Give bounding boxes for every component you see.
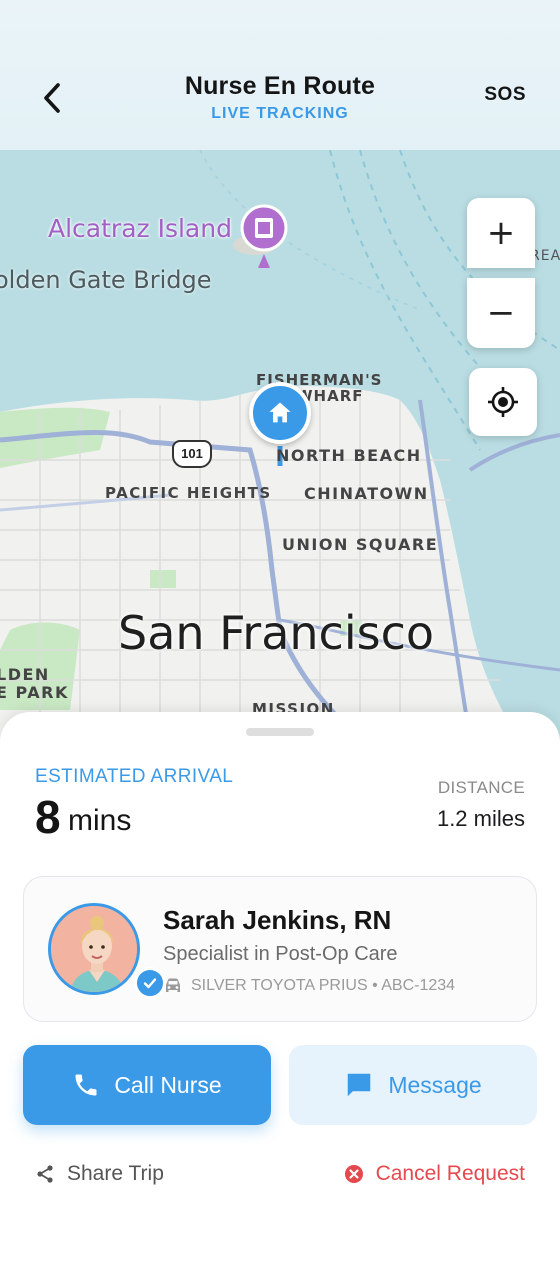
phone-icon: [75, 1074, 97, 1096]
cancel-circle-icon: [344, 1165, 363, 1183]
distance-label: DISTANCE: [437, 778, 525, 797]
map-label-city: San Francisco: [118, 606, 435, 660]
my-location-button[interactable]: [469, 368, 537, 436]
nurse-name: Sarah Jenkins, RN: [163, 905, 392, 935]
home-icon: [269, 402, 291, 423]
nurse-portrait: [51, 906, 137, 992]
page-title: Nurse En Route: [184, 72, 376, 100]
map-label-golden-gate-park: LDEN E PARK: [0, 666, 69, 702]
map-label-golden-gate: olden Gate Bridge: [0, 266, 212, 294]
vehicle-text: SILVER TOYOTA PRIUS • ABC-1234: [191, 977, 456, 994]
share-icon: [37, 1165, 53, 1183]
cancel-request-link[interactable]: Cancel Request: [344, 1162, 525, 1186]
zoom-out-button[interactable]: −: [467, 278, 535, 348]
nurse-card[interactable]: Sarah Jenkins, RN Specialist in Post-Op …: [23, 876, 537, 1022]
title-group: Nurse En Route LIVE TRACKING: [0, 72, 560, 123]
share-trip-link[interactable]: Share Trip: [35, 1162, 164, 1186]
chat-bubble-icon: [348, 1073, 371, 1097]
sheet-drag-handle[interactable]: [246, 728, 314, 736]
map-label-north-beach: NORTH BEACH: [276, 446, 422, 465]
vehicle-info: SILVER TOYOTA PRIUS • ABC-1234: [163, 977, 455, 995]
call-nurse-button[interactable]: Call Nurse: [23, 1045, 271, 1125]
map-view[interactable]: Alcatraz Island olden Gate Bridge FISHER…: [0, 150, 560, 740]
eta-unit: mins: [68, 804, 132, 837]
call-nurse-label: Call Nurse: [114, 1071, 222, 1098]
map-label-chinatown: CHINATOWN: [304, 484, 429, 503]
car-icon: [166, 978, 180, 992]
share-trip-label: Share Trip: [67, 1162, 164, 1185]
highway-shield: 101: [172, 440, 212, 468]
message-label: Message: [388, 1071, 482, 1098]
crosshair-icon: [488, 387, 518, 417]
cancel-request-label: Cancel Request: [375, 1162, 525, 1185]
map-label-union-square: UNION SQUARE: [282, 535, 439, 554]
trip-details-sheet: ESTIMATED ARRIVAL 8 mins DISTANCE 1.2 mi…: [0, 712, 560, 1269]
plus-icon: +: [486, 213, 516, 253]
eta-value: 8: [35, 791, 61, 843]
map-label-alcatraz: Alcatraz Island: [48, 214, 232, 243]
page-subtitle: LIVE TRACKING: [211, 105, 349, 122]
nurse-specialty: Specialist in Post-Op Care: [163, 943, 398, 965]
zoom-in-button[interactable]: +: [467, 198, 535, 268]
message-button[interactable]: Message: [289, 1045, 537, 1125]
verified-badge-icon: [134, 967, 166, 999]
distance-value: 1.2 miles: [436, 806, 525, 831]
header-bar: Nurse En Route LIVE TRACKING SOS: [0, 0, 560, 152]
map-label-den-line2: E PARK: [0, 683, 69, 702]
destination-home-marker[interactable]: [249, 382, 311, 444]
map-label-pacific-heights: PACIFIC HEIGHTS: [105, 484, 272, 502]
map-label-den-line1: LDEN: [0, 665, 50, 684]
eta-label: ESTIMATED ARRIVAL: [35, 766, 234, 787]
avatar: [48, 903, 140, 995]
minus-icon: −: [486, 293, 516, 333]
sos-button[interactable]: SOS: [484, 84, 526, 106]
